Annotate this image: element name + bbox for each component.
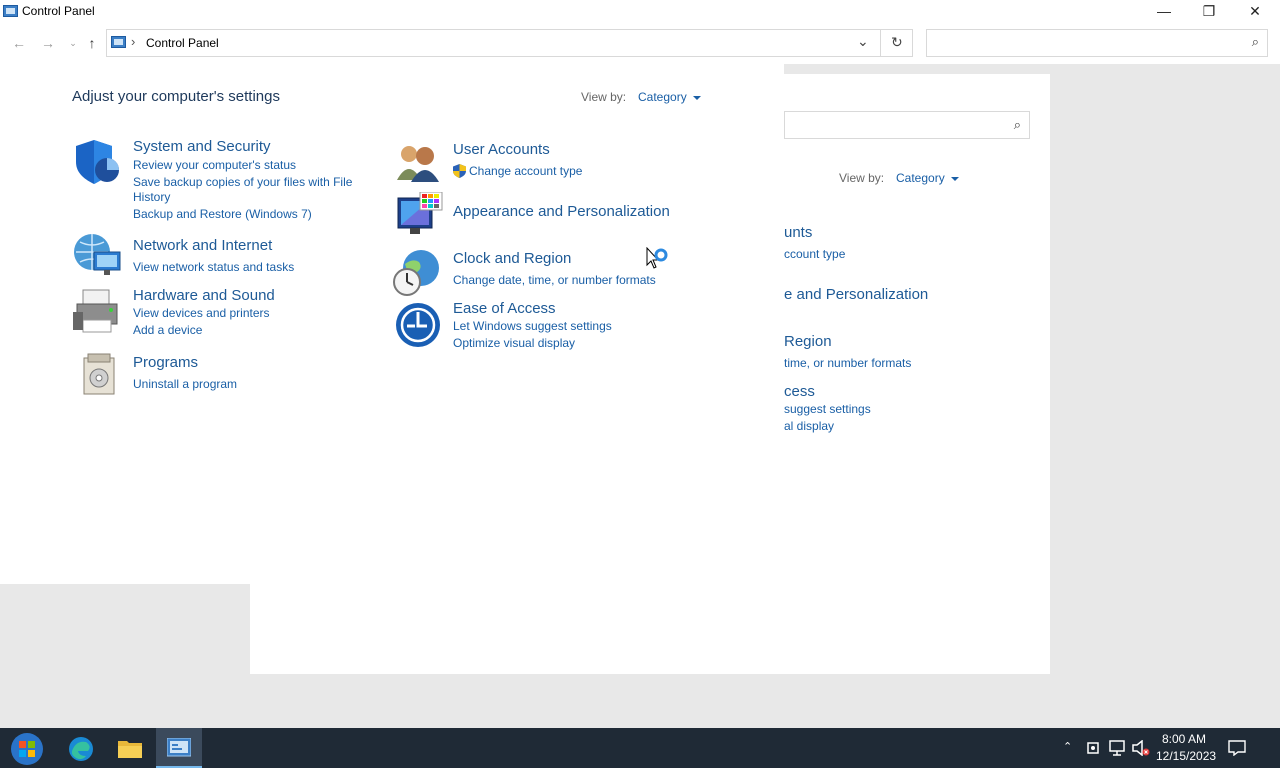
ghost-text: unts: [784, 224, 813, 241]
clock-globe-icon: [393, 250, 439, 296]
uac-shield-icon: [453, 164, 466, 178]
shield-icon: [76, 140, 119, 184]
ghost-text: e and Personalization: [784, 286, 929, 303]
taskbar-file-explorer[interactable]: [107, 728, 153, 768]
back-button[interactable]: ←: [8, 32, 30, 54]
category-ease-of-access[interactable]: Ease of Access: [453, 300, 556, 317]
clock-date: 12/15/2023: [1156, 749, 1217, 763]
category-system-security[interactable]: System and Security: [133, 138, 271, 155]
view-by-dropdown[interactable]: Category: [638, 90, 701, 104]
category-clock-region[interactable]: Clock and Region: [453, 250, 571, 267]
ghost-text: cess: [784, 383, 815, 400]
link-change-account-type[interactable]: Change account type: [469, 164, 582, 178]
up-button[interactable]: ↑: [81, 32, 103, 54]
ghost-text: al display: [784, 419, 835, 433]
ghost-text: suggest settings: [784, 402, 871, 416]
breadcrumb-separator[interactable]: ›: [131, 34, 135, 49]
page-title: Adjust your computer's settings: [72, 88, 280, 105]
category-network-internet[interactable]: Network and Internet: [133, 237, 272, 254]
link-save-backup-cont[interactable]: History: [133, 190, 170, 204]
taskbar-edge[interactable]: [58, 728, 104, 768]
link-devices-printers[interactable]: View devices and printers: [133, 306, 270, 320]
action-center-icon[interactable]: [1228, 740, 1246, 756]
search-icon: ⌕: [1013, 117, 1021, 132]
monitor-palette-icon: [397, 192, 443, 234]
control-panel-content: Adjust your computer's settings View by:…: [0, 64, 784, 584]
link-save-backup[interactable]: Save backup copies of your files with Fi…: [133, 175, 352, 189]
link-review-status[interactable]: Review your computer's status: [133, 158, 296, 172]
ghost-view-by-value: Category: [896, 171, 959, 185]
ghost-text: ccount type: [784, 247, 846, 261]
category-user-accounts[interactable]: User Accounts: [453, 141, 550, 158]
close-button[interactable]: ✕: [1232, 0, 1278, 24]
link-uninstall-program[interactable]: Uninstall a program: [133, 377, 237, 391]
ghost-view-by-label: View by:: [839, 171, 885, 185]
divider: [880, 30, 881, 56]
network-adapter-icon[interactable]: [1086, 741, 1100, 755]
folder-icon: [118, 741, 142, 758]
address-dropdown-button[interactable]: ⌄: [857, 33, 869, 50]
printer-icon: [73, 289, 118, 333]
taskbar: ⌃ 8:00 AM 12/15/2023: [0, 728, 1280, 768]
link-add-device[interactable]: Add a device: [133, 323, 202, 337]
ghost-search-box: ⌕: [784, 111, 1030, 139]
category-appearance[interactable]: Appearance and Personalization: [453, 203, 670, 220]
network-icon[interactable]: [1109, 740, 1127, 756]
ease-of-access-icon: [396, 303, 440, 347]
category-programs[interactable]: Programs: [133, 354, 198, 371]
link-optimize-display[interactable]: Optimize visual display: [453, 336, 575, 350]
address-bar[interactable]: › Control Panel ⌄ ↻: [106, 29, 913, 57]
start-button[interactable]: [4, 728, 50, 768]
search-icon: ⌕: [1251, 34, 1259, 49]
link-change-date-formats[interactable]: Change date, time, or number formats: [453, 273, 656, 287]
windows-start-icon: [11, 733, 43, 765]
forward-button[interactable]: →: [37, 32, 59, 54]
users-icon: [397, 146, 439, 182]
control-panel-icon: [3, 5, 18, 17]
edge-browser-icon: [69, 737, 93, 761]
link-network-status[interactable]: View network status and tasks: [133, 260, 294, 274]
network-globe-icon: [74, 234, 121, 275]
speaker-muted-icon[interactable]: [1132, 740, 1150, 756]
restore-button[interactable]: ❐: [1186, 0, 1232, 24]
ghost-text: Region: [784, 333, 832, 350]
breadcrumb-control-panel[interactable]: Control Panel: [146, 36, 219, 50]
link-backup-restore[interactable]: Backup and Restore (Windows 7): [133, 207, 312, 221]
control-panel-icon: [167, 738, 191, 757]
refresh-button[interactable]: ↻: [891, 34, 903, 51]
clock[interactable]: 8:00 AM 12/15/2023: [1156, 732, 1217, 763]
view-by-label: View by:: [581, 90, 627, 104]
window-title: Control Panel: [22, 4, 95, 18]
category-hardware-sound[interactable]: Hardware and Sound: [133, 287, 275, 304]
link-suggest-settings[interactable]: Let Windows suggest settings: [453, 319, 612, 333]
title-bar: Control Panel — ❐ ✕: [0, 0, 1280, 24]
clock-time: 8:00 AM: [1161, 732, 1207, 746]
show-hidden-icons-button[interactable]: ⌃: [1063, 740, 1072, 753]
search-input[interactable]: ⌕: [926, 29, 1268, 57]
programs-box-icon: [83, 353, 115, 395]
control-panel-icon: [111, 36, 126, 48]
busy-cursor-icon: [646, 247, 668, 269]
minimize-button[interactable]: —: [1141, 0, 1187, 24]
ghost-text: time, or number formats: [784, 356, 912, 370]
taskbar-control-panel[interactable]: [156, 728, 202, 768]
